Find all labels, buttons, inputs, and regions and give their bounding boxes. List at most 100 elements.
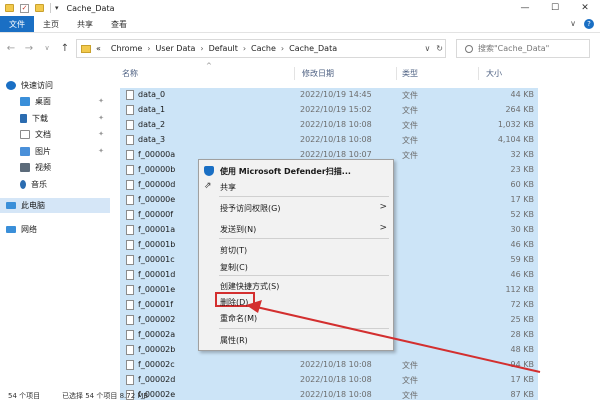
sidebar-item-downloads[interactable]: 下载 ✦ [0, 111, 110, 126]
recent-locations-button[interactable]: ∨ [40, 44, 54, 52]
sidebar-item-videos[interactable]: 视频 [0, 160, 110, 175]
file-name: f_00002b [138, 345, 176, 354]
table-row[interactable]: data_0 2022/10/19 14:45 文件 44 KB [120, 88, 538, 103]
file-icon [126, 165, 134, 175]
file-size: 28 KB [510, 330, 534, 339]
refresh-button[interactable]: ↻ [436, 44, 443, 53]
breadcrumb-default[interactable]: Default [209, 44, 238, 53]
file-size: 30 KB [510, 225, 534, 234]
menu-item-rename[interactable]: 重命名(M) [220, 313, 257, 324]
sidebar-item-this-pc[interactable]: 此电脑 [0, 198, 110, 213]
search-placeholder: 搜索"Cache_Data" [478, 44, 550, 53]
column-header-type[interactable]: 类型 [402, 68, 418, 79]
menu-item-defender-scan[interactable]: 使用 Microsoft Defender扫描... [220, 166, 351, 177]
file-name: f_00001e [138, 285, 176, 294]
column-divider[interactable] [396, 67, 397, 80]
file-name: f_00001b [138, 240, 176, 249]
file-date: 2022/10/19 14:45 [300, 90, 372, 99]
file-icon [126, 150, 134, 160]
status-bar: 54 个项目 已选择 54 个项目 8.72 MB [0, 390, 600, 400]
file-icon [126, 300, 134, 310]
submenu-arrow-icon: > [379, 223, 387, 233]
menu-item-properties[interactable]: 属性(R) [220, 335, 248, 346]
menu-item-cut[interactable]: 剪切(T) [220, 245, 247, 256]
table-row[interactable]: data_3 2022/10/18 10:08 文件 4,104 KB [120, 133, 538, 148]
menu-item-grant-access[interactable]: 授予访问权限(G) [220, 203, 280, 214]
column-header-name[interactable]: 名称 [122, 68, 138, 79]
sidebar-item-pictures[interactable]: 图片 ✦ [0, 144, 110, 159]
sidebar-item-quick-access[interactable]: 快速访问 [0, 78, 110, 93]
maximize-button[interactable]: ☐ [540, 0, 570, 16]
ribbon-right-controls: ∨ ? [570, 19, 594, 29]
search-box[interactable]: 搜索"Cache_Data" [456, 39, 590, 58]
address-dropdown-button[interactable]: ∨ [424, 44, 430, 53]
sidebar-item-label: 图片 [35, 147, 51, 156]
breadcrumb-separator: › [147, 44, 151, 53]
file-icon [126, 375, 134, 385]
table-row[interactable]: f_00002c 2022/10/18 10:08 文件 94 KB [120, 358, 538, 373]
file-name: f_00002d [138, 375, 176, 384]
properties-check-icon[interactable]: ✓ [20, 3, 29, 13]
context-menu: 使用 Microsoft Defender扫描... ⇗ 共享 授予访问权限(G… [198, 159, 394, 351]
table-row[interactable]: data_2 2022/10/18 10:08 文件 1,032 KB [120, 118, 538, 133]
breadcrumb-chrome[interactable]: Chrome [111, 44, 142, 53]
breadcrumb-cache[interactable]: Cache [251, 44, 276, 53]
file-size: 4,104 KB [497, 135, 534, 144]
sidebar-item-desktop[interactable]: 桌面 ✦ [0, 94, 110, 109]
column-header-date[interactable]: 修改日期 [302, 68, 334, 79]
menu-item-create-shortcut[interactable]: 创建快捷方式(S) [220, 281, 279, 292]
file-icon [126, 195, 134, 205]
column-header-size[interactable]: 大小 [486, 68, 502, 79]
breadcrumb-cache-data[interactable]: Cache_Data [289, 44, 337, 53]
customize-quick-access-button[interactable]: ▾ [55, 4, 59, 12]
column-divider[interactable] [478, 67, 479, 80]
sidebar-item-label: 音乐 [31, 180, 47, 189]
new-folder-icon[interactable] [35, 4, 44, 12]
computer-icon [6, 202, 16, 209]
sort-indicator-icon: ^ [206, 62, 212, 70]
address-bar[interactable]: « Chrome › User Data › Default › Cache ›… [76, 39, 446, 58]
file-type: 文件 [402, 91, 418, 100]
folder-icon [81, 44, 91, 53]
menu-item-share[interactable]: 共享 [220, 182, 236, 193]
sidebar-item-music[interactable]: 音乐 [0, 177, 110, 192]
column-divider[interactable] [294, 67, 295, 80]
file-size: 94 KB [510, 360, 534, 369]
file-icon [126, 315, 134, 325]
window-title: Cache_Data [66, 3, 115, 13]
file-name: f_000002 [138, 315, 176, 324]
up-button[interactable]: ↑ [58, 43, 72, 54]
file-size: 17 KB [510, 195, 534, 204]
expand-ribbon-button[interactable]: ∨ [570, 19, 576, 29]
menu-item-copy[interactable]: 复制(C) [220, 262, 248, 273]
help-icon[interactable]: ? [584, 19, 594, 29]
file-icon [126, 135, 134, 145]
tab-file[interactable]: 文件 [0, 16, 34, 32]
close-button[interactable]: ✕ [570, 0, 600, 16]
table-row[interactable]: data_1 2022/10/19 15:02 文件 264 KB [120, 103, 538, 118]
vertical-scrollbar[interactable] [592, 60, 600, 390]
breadcrumb-user-data[interactable]: User Data [156, 44, 196, 53]
menu-separator [219, 196, 389, 197]
file-date: 2022/10/18 10:08 [300, 135, 372, 144]
sidebar-item-label: 网络 [21, 225, 37, 234]
tab-home[interactable]: 主页 [34, 16, 68, 32]
menu-item-delete[interactable]: 删除(D) [220, 297, 248, 308]
file-icon [126, 90, 134, 100]
network-icon [6, 226, 16, 233]
forward-button[interactable]: → [22, 43, 36, 54]
sidebar-item-network[interactable]: 网络 [0, 222, 110, 237]
tab-share[interactable]: 共享 [68, 16, 102, 32]
folder-icon [5, 4, 14, 12]
table-row[interactable]: f_00002d 2022/10/18 10:08 文件 17 KB [120, 373, 538, 388]
menu-separator [219, 275, 389, 276]
minimize-button[interactable]: — [510, 0, 540, 16]
item-count: 54 个项目 [8, 392, 41, 400]
document-icon [20, 130, 30, 139]
sidebar-item-documents[interactable]: 文档 ✦ [0, 127, 110, 142]
back-button[interactable]: ← [4, 43, 18, 54]
menu-item-send-to[interactable]: 发送到(N) [220, 224, 256, 235]
tab-view[interactable]: 查看 [102, 16, 136, 32]
file-size: 72 KB [510, 300, 534, 309]
breadcrumb-overflow[interactable]: « [96, 44, 101, 53]
